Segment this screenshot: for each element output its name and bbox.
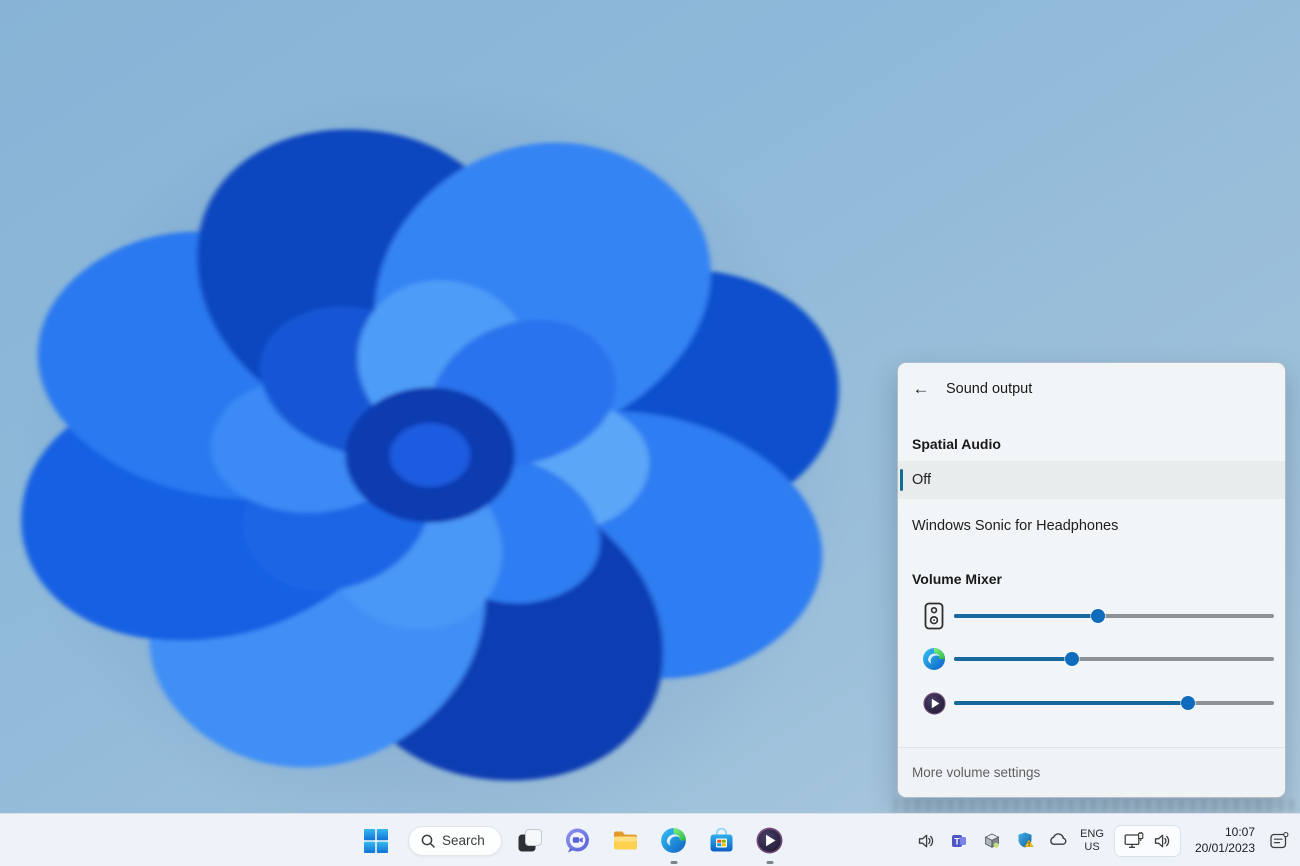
microsoft-store-icon bbox=[708, 827, 735, 854]
tray-date: 20/01/2023 bbox=[1195, 841, 1255, 857]
watermark-blur bbox=[893, 799, 1300, 812]
back-button[interactable]: ← bbox=[906, 376, 936, 402]
clock[interactable]: 10:07 20/01/2023 bbox=[1195, 825, 1255, 856]
spatial-audio-option-off[interactable]: Off bbox=[898, 461, 1285, 499]
tray-volume-icon[interactable] bbox=[915, 830, 937, 852]
volume-icon bbox=[1153, 832, 1171, 850]
slider-fill bbox=[954, 701, 1188, 705]
spatial-audio-option-windows-sonic[interactable]: Windows Sonic for Headphones bbox=[898, 507, 1285, 545]
taskbar: Search bbox=[0, 813, 1300, 866]
option-label: Windows Sonic for Headphones bbox=[912, 518, 1118, 534]
language-line2: US bbox=[1080, 841, 1104, 854]
task-view-button[interactable] bbox=[514, 825, 546, 857]
security-shield-tray-icon[interactable] bbox=[1014, 830, 1036, 852]
cube-app-tray-icon[interactable] bbox=[981, 830, 1003, 852]
volume-slider-row-system bbox=[954, 599, 1274, 633]
file-explorer-button[interactable] bbox=[610, 825, 642, 857]
task-view-icon bbox=[517, 828, 543, 854]
sound-output-panel: ← Sound output Spatial Audio Off Windows… bbox=[897, 362, 1286, 798]
edge-button[interactable] bbox=[658, 825, 690, 857]
slider-fill bbox=[954, 657, 1072, 661]
slider-thumb[interactable] bbox=[1091, 609, 1105, 623]
edge-icon bbox=[660, 827, 687, 854]
language-line1: ENG bbox=[1080, 828, 1104, 841]
quick-settings-button[interactable] bbox=[1115, 826, 1180, 856]
more-volume-settings-link[interactable]: More volume settings bbox=[912, 765, 1040, 780]
media-player-button[interactable] bbox=[754, 825, 786, 857]
taskbar-center-apps: Search bbox=[360, 814, 786, 866]
back-arrow-icon: ← bbox=[913, 379, 930, 399]
windows-logo-icon bbox=[363, 828, 389, 854]
teams-tray-icon[interactable]: T bbox=[948, 830, 970, 852]
chat-button[interactable] bbox=[562, 825, 594, 857]
panel-title: Sound output bbox=[946, 381, 1032, 397]
search-label: Search bbox=[442, 833, 485, 848]
svg-text:T: T bbox=[954, 836, 960, 846]
volume-slider-row-edge bbox=[954, 642, 1274, 676]
tray-time: 10:07 bbox=[1195, 825, 1255, 841]
language-indicator[interactable]: ENG US bbox=[1080, 828, 1104, 853]
notification-bell-icon bbox=[1269, 831, 1289, 851]
speaker-device-icon bbox=[920, 601, 948, 631]
media-player-icon bbox=[920, 688, 948, 718]
start-button[interactable] bbox=[360, 825, 392, 857]
network-ethernet-icon bbox=[1124, 832, 1144, 850]
system-tray: T bbox=[915, 814, 1290, 866]
option-label: Off bbox=[912, 472, 931, 488]
file-explorer-icon bbox=[612, 827, 639, 854]
media-player-icon bbox=[756, 827, 783, 854]
slider-fill bbox=[954, 614, 1098, 618]
search-icon bbox=[421, 834, 435, 848]
volume-slider-row-media-player bbox=[954, 686, 1274, 720]
panel-header: ← Sound output bbox=[898, 375, 1285, 403]
onedrive-cloud-tray-icon[interactable] bbox=[1047, 830, 1069, 852]
microsoft-store-button[interactable] bbox=[706, 825, 738, 857]
slider-thumb[interactable] bbox=[1181, 696, 1195, 710]
notification-center-button[interactable] bbox=[1268, 830, 1290, 852]
slider-thumb[interactable] bbox=[1065, 652, 1079, 666]
volume-mixer-heading: Volume Mixer bbox=[912, 571, 1002, 587]
edge-icon bbox=[920, 644, 948, 674]
chat-icon bbox=[564, 827, 591, 854]
desktop: ← Sound output Spatial Audio Off Windows… bbox=[0, 0, 1300, 866]
spatial-audio-heading: Spatial Audio bbox=[912, 436, 1001, 452]
search-box[interactable]: Search bbox=[408, 826, 502, 856]
panel-footer: More volume settings bbox=[898, 747, 1285, 797]
